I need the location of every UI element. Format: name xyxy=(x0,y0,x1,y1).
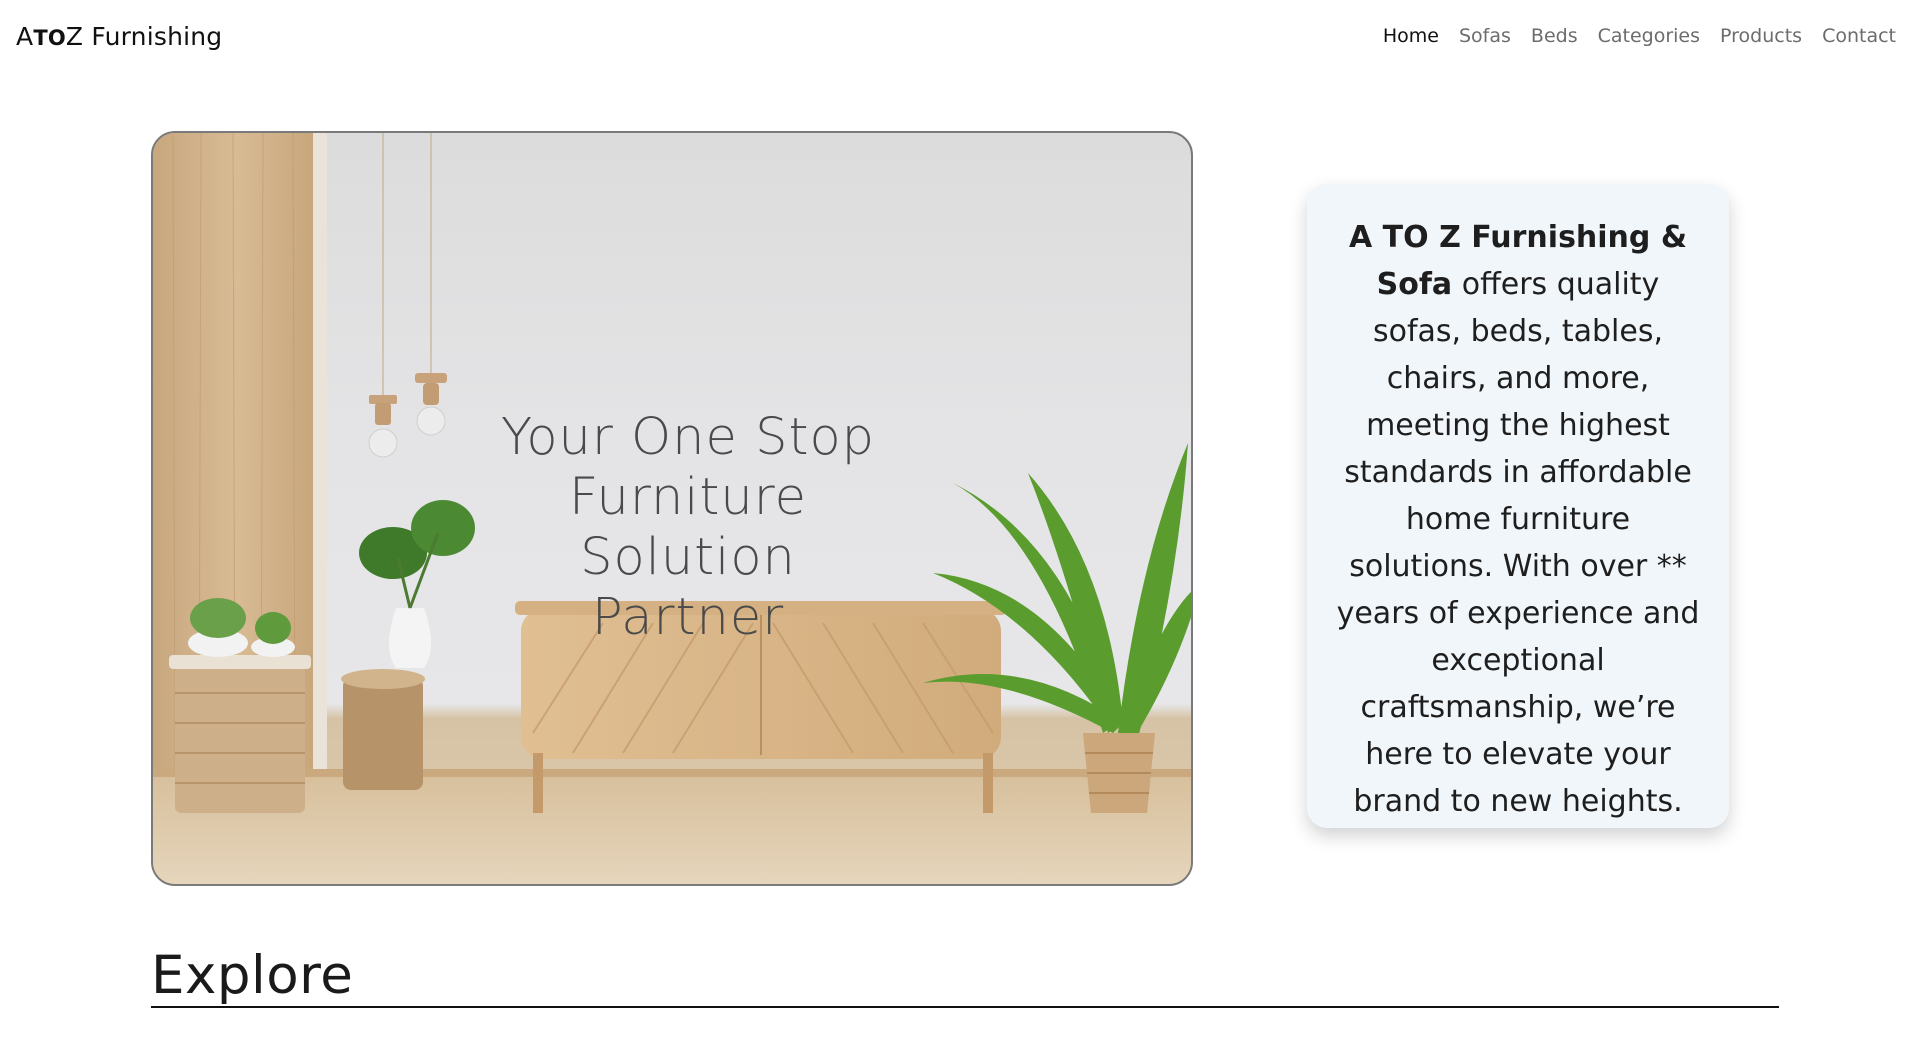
brand-part-to: TO xyxy=(33,25,66,50)
brand-part-z: Z Furnishing xyxy=(65,21,223,51)
nav-links: Home Sofas Beds Categories Products Cont… xyxy=(1373,25,1906,47)
explore-divider xyxy=(151,1006,1779,1008)
nav-sofas[interactable]: Sofas xyxy=(1449,25,1521,47)
nav-beds[interactable]: Beds xyxy=(1521,25,1588,47)
navbar: ATOZ Furnishing Home Sofas Beds Categori… xyxy=(0,0,1920,72)
hero-title: Your One Stop Furniture Solution Partner xyxy=(500,408,876,647)
nav-contact[interactable]: Contact xyxy=(1812,25,1906,47)
nav-home[interactable]: Home xyxy=(1373,25,1449,47)
nav-products[interactable]: Products xyxy=(1710,25,1812,47)
explore-heading: Explore xyxy=(151,945,354,1006)
about-card-description: offers quality sofas, beds, tables, chai… xyxy=(1336,267,1700,819)
about-card: A TO Z Furnishing & Sofa offers quality … xyxy=(1307,184,1729,828)
hero-banner: Your One Stop Furniture Solution Partner xyxy=(151,131,1193,886)
brand-logo[interactable]: ATOZ Furnishing xyxy=(16,22,222,51)
brand-part-a: A xyxy=(16,21,34,51)
nav-categories[interactable]: Categories xyxy=(1588,25,1710,47)
